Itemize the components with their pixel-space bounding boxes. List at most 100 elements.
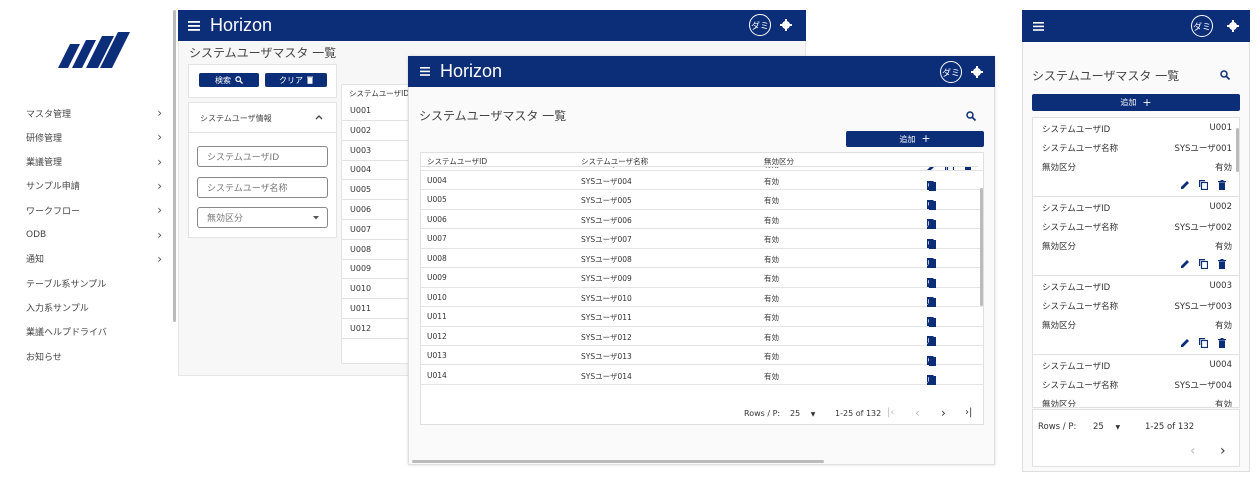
table-row[interactable]: U003 <box>342 141 412 161</box>
table-row[interactable]: U009 <box>342 259 412 280</box>
search-button-label: 検索 <box>215 75 231 85</box>
table-row[interactable]: U008 SYSユーザ008 有効 <box>421 249 983 269</box>
cell-status: 有効 <box>764 293 779 303</box>
sidebar-item[interactable]: 業議管理 › <box>26 152 162 172</box>
copy-icon[interactable] <box>1197 257 1210 270</box>
table-scrollbar[interactable] <box>980 188 983 306</box>
cell-name: SYSユーザ014 <box>581 371 632 381</box>
copy-icon[interactable] <box>1197 336 1210 349</box>
table-row[interactable]: U004 <box>342 160 412 181</box>
cell-status: 有効 <box>764 254 779 264</box>
table-row[interactable]: U010 SYSユーザ010 有効 <box>421 288 983 308</box>
table-row[interactable]: U011 SYSユーザ011 有効 <box>421 307 983 327</box>
rows-per-page-label: Rows / P: <box>744 409 781 418</box>
row-actions <box>1179 257 1228 270</box>
trash-icon[interactable] <box>1215 336 1228 349</box>
gear-icon[interactable] <box>1227 20 1239 32</box>
table-row[interactable]: U011 <box>342 299 412 319</box>
gear-icon[interactable] <box>780 19 792 31</box>
card-field-value: SYSユーザ003 <box>1174 302 1232 312</box>
copy-icon[interactable] <box>1197 178 1210 191</box>
table-row[interactable]: U013 SYSユーザ013 有効 <box>421 346 983 366</box>
table-row[interactable]: U009 SYSユーザ009 有効 <box>421 268 983 288</box>
rows-per-page-select[interactable]: 25 ▼ <box>790 409 815 418</box>
cell-id: U013 <box>427 351 447 361</box>
sidebar-item[interactable]: ワークフロー › <box>26 200 162 220</box>
gear-icon[interactable] <box>971 66 983 78</box>
rows-per-page-select-3[interactable]: 25 ▼ <box>1093 422 1120 432</box>
sidebar-item[interactable]: 研修管理 › <box>26 127 162 147</box>
horizontal-scrollbar[interactable] <box>412 460 824 463</box>
menu-icon[interactable] <box>188 20 200 31</box>
sidebar-scrollbar[interactable] <box>173 10 176 322</box>
card-field-value: U001 <box>1209 123 1232 133</box>
card-list-scrollbar[interactable] <box>1236 128 1239 172</box>
chevron-right-icon[interactable]: › <box>941 406 946 420</box>
menu-icon[interactable] <box>420 67 430 76</box>
invalid-flag-select[interactable]: 無効区分 <box>197 207 328 228</box>
avatar[interactable]: ダミ <box>749 14 771 36</box>
sidebar-item[interactable]: お知らせ <box>26 346 162 366</box>
cell-status: 有効 <box>764 215 779 225</box>
table-row[interactable]: U002 <box>342 121 412 141</box>
menu-icon[interactable] <box>1033 21 1044 31</box>
add-button-3[interactable]: 追加 + <box>1032 94 1240 111</box>
add-button[interactable]: 追加 + <box>846 131 984 147</box>
table-row[interactable]: U005 <box>342 180 412 201</box>
table-row[interactable]: U005 SYSユーザ005 有効 <box>421 190 983 210</box>
sidebar-item[interactable]: ODB › <box>26 225 162 245</box>
sidebar-item-label: お知らせ <box>26 352 62 363</box>
cell-name: SYSユーザ011 <box>581 313 632 323</box>
cell-status: 有効 <box>764 177 779 186</box>
table-row[interactable]: U012 <box>342 319 412 339</box>
sidebar-item[interactable]: マスタ管理 › <box>26 103 162 123</box>
cell-id: U010 <box>350 284 372 294</box>
cell-status: 有効 <box>764 235 779 245</box>
table-row[interactable]: U001 <box>342 101 412 121</box>
table-row[interactable]: U007 <box>342 220 412 240</box>
trash-icon[interactable] <box>1215 178 1228 191</box>
table-row[interactable]: U004 SYSユーザ004 有効 <box>421 171 983 191</box>
chevron-left-icon[interactable]: ‹ <box>1190 443 1196 459</box>
page-range-3: 1-25 of 132 <box>1145 422 1195 432</box>
pencil-icon[interactable] <box>1179 336 1192 349</box>
chevron-up-icon[interactable] <box>315 114 323 120</box>
rows-per-page-value: 25 <box>1093 422 1104 432</box>
search-icon[interactable] <box>1220 70 1230 80</box>
search-icon[interactable] <box>966 111 976 121</box>
trash-icon[interactable] <box>925 374 938 387</box>
cell-name: SYSユーザ010 <box>581 293 632 303</box>
sidebar-item[interactable]: 通知 › <box>26 249 162 269</box>
table-row[interactable]: U007 SYSユーザ007 有効 <box>421 229 983 249</box>
pencil-icon[interactable] <box>1179 257 1192 270</box>
table-row[interactable]: U008 <box>342 240 412 260</box>
avatar-2[interactable]: ダミ <box>940 61 962 83</box>
chevron-left-icon[interactable]: ‹ <box>915 406 920 420</box>
filter-section-header[interactable]: システムユーザ情報 <box>200 113 325 125</box>
table-row[interactable]: U010 <box>342 279 412 300</box>
sidebar-item[interactable]: サンプル申請 › <box>26 176 162 196</box>
user-card: システムユーザID U001 システムユーザ名称 SYSユーザ001 無効区分 有効 <box>1033 118 1239 197</box>
cell-id: U005 <box>350 185 372 195</box>
table-row[interactable]: U006 <box>342 200 412 220</box>
trash-icon[interactable] <box>1215 257 1228 270</box>
table-row[interactable]: U014 SYSユーザ014 有効 <box>421 366 983 385</box>
table-row[interactable]: U012 SYSユーザ012 有効 <box>421 327 983 347</box>
clear-button[interactable]: クリア <box>265 73 327 87</box>
table-row[interactable]: U006 SYSユーザ006 有効 <box>421 210 983 230</box>
card-field: システムユーザID U002 <box>1042 202 1232 214</box>
last-page-icon[interactable]: ›| <box>965 407 972 418</box>
first-page-icon[interactable]: |‹ <box>887 407 894 418</box>
avatar-3[interactable]: ダミ <box>1191 15 1213 37</box>
search-button[interactable]: 検索 <box>199 73 259 87</box>
sidebar-item[interactable]: 入力系サンプル <box>26 297 162 317</box>
system-user-name-field[interactable]: システムユーザ名称 <box>197 177 328 198</box>
card-field: システムユーザID U001 <box>1042 123 1232 135</box>
chevron-right-icon[interactable]: › <box>1220 443 1226 459</box>
system-user-id-field[interactable]: システムユーザID <box>197 146 328 167</box>
pencil-icon[interactable] <box>1179 178 1192 191</box>
pagination-card <box>1032 409 1240 467</box>
sidebar-item[interactable]: テーブル系サンプル <box>26 273 162 293</box>
card-field-value: SYSユーザ004 <box>1174 381 1232 391</box>
sidebar-item[interactable]: 業議ヘルプドライバ <box>26 322 162 342</box>
